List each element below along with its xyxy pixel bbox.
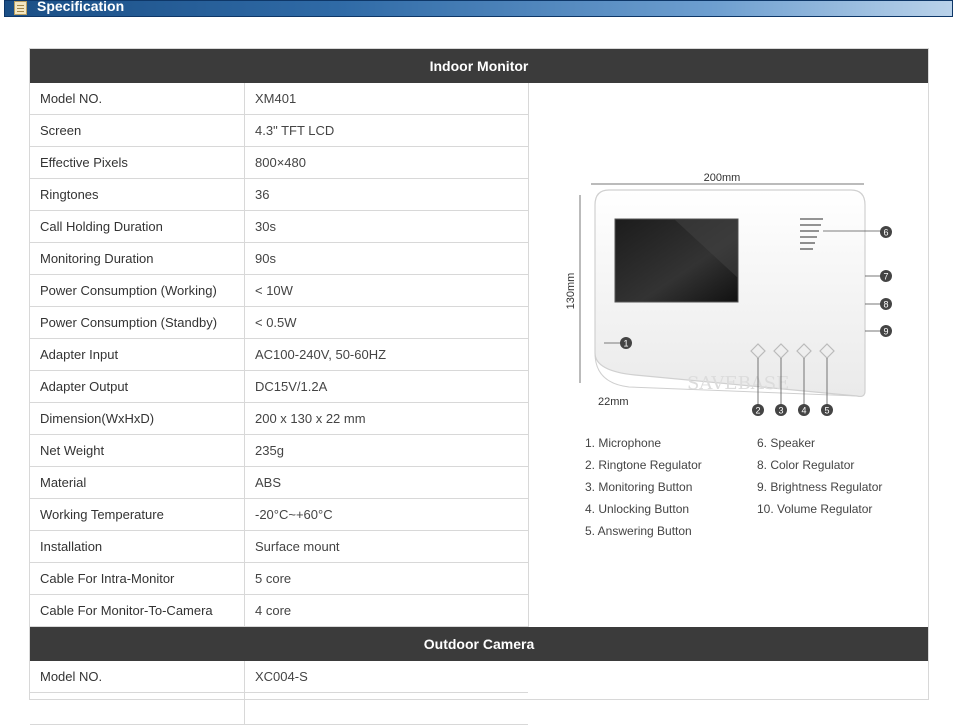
spec-value: -20°C~+60°C	[255, 507, 333, 522]
indoor-rows: Model NO. XM401 Screen 4.3" TFT LCD Effectiv…	[30, 83, 528, 627]
legend-item: 6. Speaker	[757, 436, 816, 450]
spec-value: 235g	[255, 443, 284, 458]
table-row: Adapter Input AC100-240V, 50-60HZ	[30, 339, 528, 371]
spec-value: 800×480	[255, 155, 306, 170]
spec-label: Cable For Intra-Monitor	[30, 563, 245, 594]
spec-label: Dimension(WxHxD)	[30, 403, 245, 434]
spec-label: Effective Pixels	[30, 147, 245, 178]
table-row: Adapter Output DC15V/1.2A	[30, 371, 528, 403]
spec-value: XM401	[255, 91, 297, 106]
outdoor-camera-header: Outdoor Camera	[30, 627, 928, 661]
spec-label: Cable For Monitor-To-Camera	[30, 595, 245, 626]
spec-label: Model NO.	[30, 83, 245, 114]
spec-value: 4.3" TFT LCD	[255, 123, 335, 138]
depth-label: 22mm	[598, 396, 629, 408]
table-row: Net Weight 235g	[30, 435, 528, 467]
spec-value: 200 x 130 x 22 mm	[255, 411, 366, 426]
legend-item: 9. Brightness Regulator	[757, 480, 883, 494]
spec-label: Working Temperature	[30, 499, 245, 530]
table-row: Ringtones 36	[30, 179, 528, 211]
table-row	[30, 693, 528, 725]
spec-label: Model NO.	[30, 661, 245, 692]
callout-1-number: 1	[623, 339, 628, 349]
spec-label: Power Consumption (Standby)	[30, 307, 245, 338]
legend-item: 3. Monitoring Button	[585, 480, 693, 494]
table-row: Monitoring Duration 90s	[30, 243, 528, 275]
callout-7-number: 7	[883, 272, 888, 282]
spec-value: AC100-240V, 50-60HZ	[255, 347, 387, 362]
table-row: Effective Pixels 800×480	[30, 147, 528, 179]
table-row: Power Consumption (Standby) < 0.5W	[30, 307, 528, 339]
table-row: Cable For Intra-Monitor 5 core	[30, 563, 528, 595]
spec-value: 4 core	[255, 603, 292, 618]
legend-item: 4. Unlocking Button	[585, 502, 690, 516]
spec-label: Call Holding Duration	[30, 211, 245, 242]
spec-label: Adapter Input	[30, 339, 245, 370]
spec-label: Ringtones	[30, 179, 245, 210]
legend-item: 10. Volume Regulator	[757, 502, 873, 516]
table-row: Screen 4.3" TFT LCD	[30, 115, 528, 147]
callout-5-number: 5	[824, 406, 829, 416]
spec-label: Net Weight	[30, 435, 245, 466]
table-row: Cable For Monitor-To-Camera 4 core	[30, 595, 528, 627]
spec-label: Monitoring Duration	[30, 243, 245, 274]
table-row: Installation Surface mount	[30, 531, 528, 563]
watermark: SAVEBASE	[687, 373, 789, 394]
spec-value: DC15V/1.2A	[255, 379, 328, 394]
diagram-panel: 200mm 130mm 22mm SAVEBASE 1 2 3 4 5 6 7 …	[528, 83, 928, 627]
spec-label: Power Consumption (Working)	[30, 275, 245, 306]
monitor-diagram: 200mm 130mm 22mm SAVEBASE 12 3 4 56789	[565, 172, 892, 416]
spec-label: Material	[30, 467, 245, 498]
indoor-monitor-header: Indoor Monitor	[30, 49, 928, 83]
table-row: Call Holding Duration 30s	[30, 211, 528, 243]
spec-label: Screen	[30, 115, 245, 146]
legend-right: 6. Speaker 8. Color Regulator 9. Brightnes…	[757, 432, 882, 520]
spec-value: Surface mount	[255, 539, 340, 554]
spec-value: 36	[255, 187, 270, 202]
table-row: Model NO. XC004-S	[30, 661, 528, 693]
table-row: Power Consumption (Working) < 10W	[30, 275, 528, 307]
spec-value: 90s	[255, 251, 276, 266]
table-row: Dimension(WxHxD) 200 x 130 x 22 mm	[30, 403, 528, 435]
callout-6-number: 6	[883, 228, 888, 238]
outdoor-rows: Model NO. XC004-S	[30, 661, 528, 693]
spec-value: ABS	[255, 475, 282, 490]
spec-table: Indoor Monitor Model NO. XM401 Screen 4.3" …	[29, 48, 929, 725]
legend-left: 1. Microphone 2. Ringtone Regulator 3. Mon…	[585, 432, 702, 542]
callout-4-number: 4	[801, 406, 806, 416]
callout-3-number: 3	[778, 406, 783, 416]
legend-item: 2. Ringtone Regulator	[585, 458, 702, 472]
callout-9-number: 9	[883, 327, 888, 337]
spec-label: Adapter Output	[30, 371, 245, 402]
spec-banner: Specification	[4, 0, 953, 17]
table-row: Material ABS	[30, 467, 528, 499]
outdoor-camera-section: Outdoor Camera Model NO. XC004-S	[30, 627, 928, 725]
document-icon	[14, 1, 27, 15]
spec-value: < 0.5W	[255, 315, 297, 330]
table-row: Model NO. XM401	[30, 83, 528, 115]
spec-value: < 10W	[255, 283, 293, 298]
legend-item: 5. Answering Button	[585, 524, 692, 538]
table-row: Working Temperature -20°C~+60°C	[30, 499, 528, 531]
spec-value: XC004-S	[255, 669, 308, 684]
spec-label: Installation	[30, 531, 245, 562]
legend-item: 1. Microphone	[585, 436, 662, 450]
height-label: 130mm	[565, 273, 577, 310]
callout-2-number: 2	[755, 406, 760, 416]
spec-value: 5 core	[255, 571, 292, 586]
width-label: 200mm	[704, 172, 741, 184]
legend-item: 8. Color Regulator	[757, 458, 855, 472]
spec-value: 30s	[255, 219, 276, 234]
banner-title: Specification	[37, 0, 125, 14]
callout-8-number: 8	[883, 300, 888, 310]
